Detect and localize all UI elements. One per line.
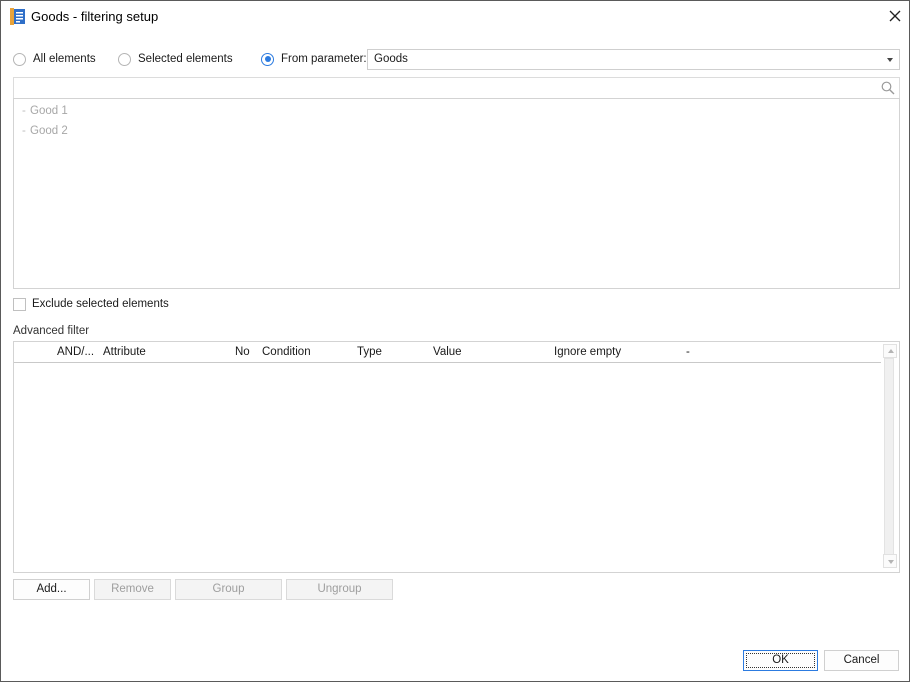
arrow-up-icon (887, 349, 894, 353)
ok-button[interactable]: OK (743, 650, 818, 671)
column-header-dash[interactable]: - (686, 346, 690, 358)
radio-label: From parameter: (281, 53, 367, 65)
tree-item-label: Good 2 (30, 125, 68, 137)
grid-header: AND/... Attribute No Condition Type Valu… (14, 342, 881, 363)
remove-button[interactable]: Remove (94, 579, 171, 600)
tree-connector: - (22, 125, 26, 137)
radio-button[interactable] (261, 52, 274, 66)
dialog-window: Goods - filtering setup All elements Sel… (0, 0, 910, 682)
parameter-dropdown[interactable]: Goods (367, 49, 900, 70)
advanced-filter-grid[interactable]: AND/... Attribute No Condition Type Valu… (13, 341, 900, 573)
search-input[interactable] (13, 77, 900, 98)
search-icon[interactable] (881, 81, 895, 95)
arrow-down-icon (887, 560, 894, 564)
report-app-icon (10, 8, 25, 25)
group-button[interactable]: Group (175, 579, 282, 600)
column-header-and-or[interactable]: AND/... (57, 346, 94, 358)
window-title: Goods - filtering setup (31, 9, 159, 24)
parameter-dropdown-value: Goods (374, 53, 408, 65)
tree-item[interactable]: - Good 1 (22, 103, 68, 119)
exclude-selected-checkbox[interactable] (13, 297, 26, 311)
scrollbar-track[interactable] (884, 358, 894, 556)
radio-button[interactable] (118, 52, 131, 66)
column-header-attribute[interactable]: Attribute (103, 346, 146, 358)
tree-connector: - (22, 105, 26, 117)
radio-label: Selected elements (138, 53, 233, 65)
column-header-ignore-empty[interactable]: Ignore empty (554, 346, 621, 358)
close-icon[interactable] (886, 7, 904, 25)
advanced-filter-label: Advanced filter (13, 325, 90, 337)
column-header-no[interactable]: No (235, 346, 250, 358)
chevron-down-icon[interactable] (887, 58, 893, 62)
elements-tree[interactable]: - Good 1 - Good 2 (13, 98, 900, 289)
column-header-condition[interactable]: Condition (262, 346, 311, 358)
radio-selected-elements[interactable]: Selected elements (118, 50, 233, 68)
column-header-value[interactable]: Value (433, 346, 462, 358)
add-button[interactable]: Add... (13, 579, 90, 600)
radio-from-parameter[interactable]: From parameter: (261, 50, 367, 68)
tree-item[interactable]: - Good 2 (22, 123, 68, 139)
ungroup-button[interactable]: Ungroup (286, 579, 393, 600)
scroll-up-button[interactable] (883, 344, 897, 358)
radio-label: All elements (33, 53, 96, 65)
cancel-button[interactable]: Cancel (824, 650, 899, 671)
tree-item-label: Good 1 (30, 105, 68, 117)
column-header-type[interactable]: Type (357, 346, 382, 358)
radio-all-elements[interactable]: All elements (13, 50, 96, 68)
radio-button[interactable] (13, 52, 26, 66)
exclude-selected-checkbox-row[interactable]: Exclude selected elements (13, 296, 169, 312)
scroll-down-button[interactable] (883, 554, 897, 568)
grid-vertical-scrollbar[interactable] (881, 342, 899, 572)
exclude-selected-label: Exclude selected elements (32, 298, 169, 310)
